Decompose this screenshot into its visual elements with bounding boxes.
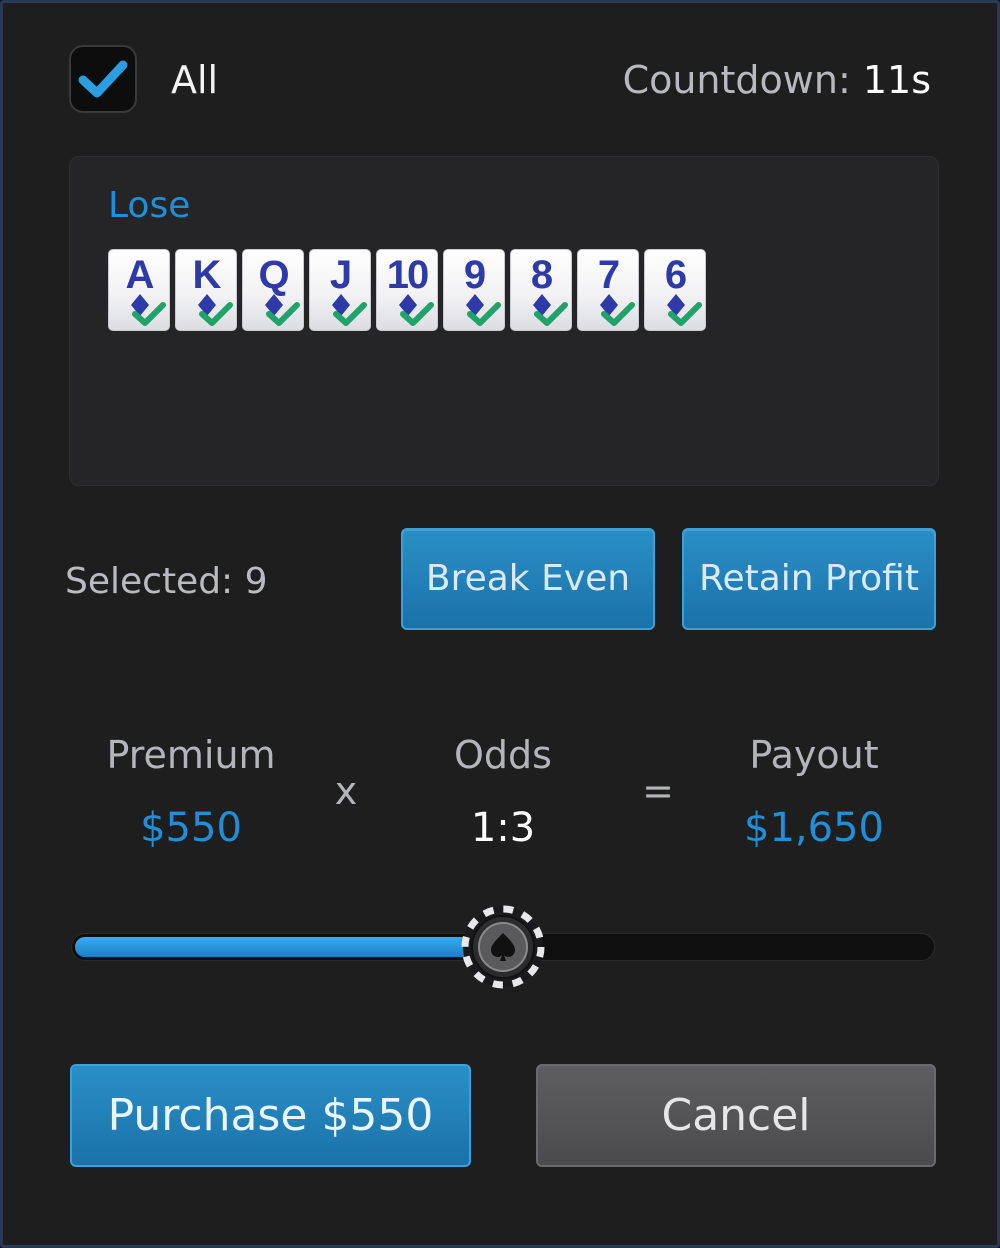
all-label: All <box>171 58 219 102</box>
odds-value: 1:3 <box>470 805 536 851</box>
check-icon <box>333 302 367 326</box>
check-icon <box>467 302 501 326</box>
card-rank: 7 <box>597 253 620 297</box>
outs-card-list: A K Q J 10 9 8 7 6 <box>108 249 706 331</box>
card-A-diamond[interactable]: A <box>108 249 170 331</box>
check-icon <box>668 302 702 326</box>
card-8-diamond[interactable]: 8 <box>510 249 572 331</box>
premium-label: Premium <box>106 733 276 777</box>
card-K-diamond[interactable]: K <box>175 249 237 331</box>
cancel-button[interactable]: Cancel <box>536 1064 936 1167</box>
card-rank: J <box>329 253 352 297</box>
payout-value: $1,650 <box>744 805 884 851</box>
countdown: Countdown: 11s <box>623 55 931 105</box>
premium-value: $550 <box>140 805 242 851</box>
card-Q-diamond[interactable]: Q <box>242 249 304 331</box>
multiply-operator: x <box>334 769 358 813</box>
purchase-button[interactable]: Purchase $550 <box>70 1064 471 1167</box>
card-rank: A <box>125 253 155 297</box>
card-10-diamond[interactable]: 10 <box>376 249 438 331</box>
card-rank: 10 <box>386 253 430 297</box>
card-9-diamond[interactable]: 9 <box>443 249 505 331</box>
card-6-diamond[interactable]: 6 <box>644 249 706 331</box>
checkmark-icon <box>78 60 128 98</box>
card-rank: 9 <box>463 253 486 297</box>
slider-thumb[interactable] <box>461 905 545 989</box>
card-rank: K <box>192 253 222 297</box>
check-icon <box>132 302 166 326</box>
card-rank: Q <box>258 253 289 297</box>
check-icon <box>601 302 635 326</box>
check-icon <box>534 302 568 326</box>
odds-label: Odds <box>454 733 552 777</box>
insurance-panel: All Countdown: 11s Lose A K Q J 10 9 8 7 6 Selec… <box>0 0 1000 1248</box>
card-rank: 6 <box>664 253 687 297</box>
spade-chip-icon <box>461 905 545 989</box>
payout-label: Payout <box>749 733 879 777</box>
outs-section-label: Lose <box>108 185 191 226</box>
check-icon <box>400 302 434 326</box>
card-J-diamond[interactable]: J <box>309 249 371 331</box>
check-icon <box>266 302 300 326</box>
countdown-label: Countdown: <box>622 58 851 102</box>
selected-count: Selected: 9 <box>65 561 268 602</box>
check-icon <box>199 302 233 326</box>
slider-fill <box>75 937 504 957</box>
break-even-button[interactable]: Break Even <box>401 528 655 630</box>
outs-card-box: Lose A K Q J 10 9 8 7 6 <box>69 156 939 486</box>
retain-profit-button[interactable]: Retain Profit <box>682 528 936 630</box>
all-checkbox[interactable] <box>69 45 137 113</box>
card-7-diamond[interactable]: 7 <box>577 249 639 331</box>
card-rank: 8 <box>530 253 553 297</box>
equals-operator: = <box>642 769 674 813</box>
countdown-value: 11s <box>862 58 931 102</box>
